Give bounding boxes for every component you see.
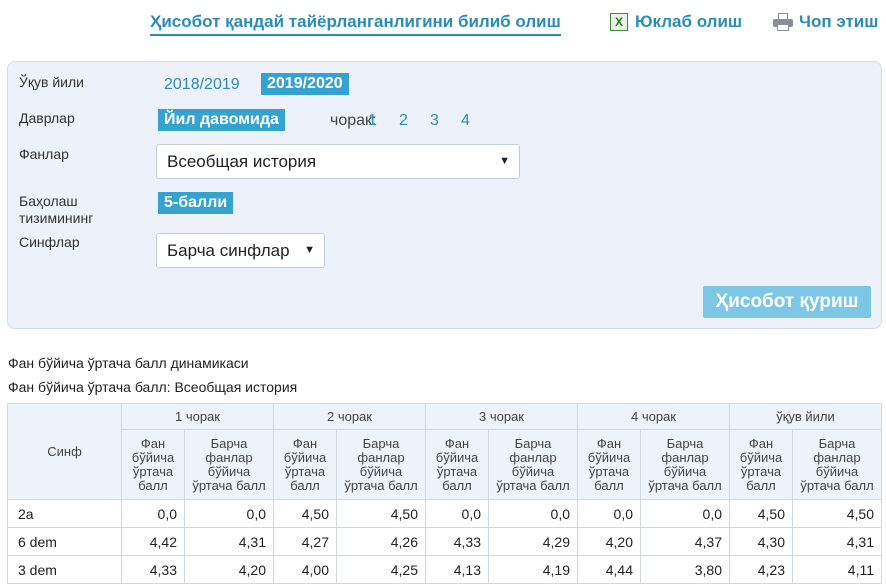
- subject-select[interactable]: Всеобщая история ▼: [156, 144, 520, 179]
- value-cell: 4,25: [336, 555, 426, 584]
- value-cell: 4,23: [729, 555, 793, 584]
- classes-label: Синфлар: [19, 234, 80, 250]
- subheader-subject-avg: Фан бўйича ўртача балл: [729, 429, 793, 500]
- value-cell: 4,50: [792, 499, 882, 528]
- value-cell: 4,13: [425, 555, 489, 584]
- value-cell: 4,31: [792, 527, 882, 556]
- value-cell: 4,37: [640, 527, 730, 556]
- grading-label: Баҳолаш тизимининг: [19, 193, 94, 226]
- build-report-button[interactable]: Ҳисобот қуриш: [703, 286, 871, 318]
- column-header-quarter-1: 1 чорак: [121, 403, 274, 430]
- value-cell: 0,0: [184, 499, 274, 528]
- column-header-quarter-3: 3 чорак: [425, 403, 578, 430]
- print-button[interactable]: Чоп этиш: [773, 12, 878, 32]
- subject-label: Фанлар: [19, 146, 69, 162]
- subheader-subject-avg: Фан бўйича ўртача балл: [273, 429, 337, 500]
- quarter-option-1[interactable]: 1: [368, 112, 377, 130]
- how-report-prepared-link[interactable]: Ҳисобот қандай тайёрланганлигини билиб о…: [150, 12, 561, 36]
- quarter-option-3[interactable]: 3: [430, 112, 439, 130]
- class-name-cell: 3 dem: [7, 555, 122, 584]
- report-title-subject: Фан бўйича ўртача балл: Всеобщая история: [8, 379, 298, 395]
- report-table: Синф 1 чорак 2 чорак 3 чорак 4 чорак ўқу…: [7, 403, 882, 584]
- download-button[interactable]: X Юклаб олиш: [610, 12, 742, 32]
- subheader-all-subjects-avg: Барча фанлар бўйича ўртача балл: [184, 429, 274, 500]
- value-cell: 4,26: [336, 527, 426, 556]
- value-cell: 3,80: [640, 555, 730, 584]
- value-cell: 0,0: [577, 499, 641, 528]
- period-option-whole-year[interactable]: Йил давомида: [158, 109, 285, 131]
- excel-icon: X: [610, 13, 628, 31]
- grading-option-5[interactable]: 5-балли: [158, 192, 234, 214]
- subheader-subject-avg: Фан бўйича ўртача балл: [577, 429, 641, 500]
- subheader-all-subjects-avg: Барча фанлар бўйича ўртача балл: [792, 429, 882, 500]
- report-title-dynamics: Фан бўйича ўртача балл динамикаси: [8, 355, 249, 371]
- value-cell: 0,0: [488, 499, 578, 528]
- table-row: 3 dem 4,33 4,20 4,00 4,25 4,13 4,19 4,44…: [7, 555, 882, 584]
- value-cell: 0,0: [640, 499, 730, 528]
- subheader-subject-avg: Фан бўйича ўртача балл: [121, 429, 185, 500]
- value-cell: 4,29: [488, 527, 578, 556]
- value-cell: 4,44: [577, 555, 641, 584]
- column-header-class: Синф: [7, 403, 122, 500]
- value-cell: 4,50: [729, 499, 793, 528]
- print-label: Чоп этиш: [799, 12, 879, 31]
- year-label: Ўқув йили: [19, 74, 84, 90]
- table-row: 2a 0,0 0,0 4,50 4,50 0,0 0,0 0,0 0,0 4,5…: [7, 499, 882, 528]
- filter-panel: Ўқув йили 2018/2019 2019/2020 Даврлар Йи…: [7, 61, 882, 329]
- year-option-2019-2020[interactable]: 2019/2020: [261, 73, 349, 95]
- classes-select[interactable]: Барча синфлар ▼: [156, 233, 325, 268]
- value-cell: 4,11: [792, 555, 882, 584]
- subheader-all-subjects-avg: Барча фанлар бўйича ўртача балл: [336, 429, 426, 500]
- chevron-down-icon: ▼: [304, 244, 315, 256]
- subheader-subject-avg: Фан бўйича ўртача балл: [425, 429, 489, 500]
- quarter-option-4[interactable]: 4: [461, 112, 470, 130]
- subheader-all-subjects-avg: Барча фанлар бўйича ўртача балл: [488, 429, 578, 500]
- value-cell: 4,42: [121, 527, 185, 556]
- quarter-option-2[interactable]: 2: [399, 112, 408, 130]
- column-header-school-year: ўқув йили: [729, 403, 882, 430]
- value-cell: 4,50: [273, 499, 337, 528]
- value-cell: 4,20: [577, 527, 641, 556]
- download-label: Юклаб олиш: [635, 12, 743, 31]
- value-cell: 4,33: [121, 555, 185, 584]
- value-cell: 0,0: [121, 499, 185, 528]
- class-name-cell: 6 dem: [7, 527, 122, 556]
- value-cell: 4,33: [425, 527, 489, 556]
- value-cell: 4,27: [273, 527, 337, 556]
- subheader-all-subjects-avg: Барча фанлар бўйича ўртача балл: [640, 429, 730, 500]
- class-name-cell: 2a: [7, 499, 122, 528]
- year-option-2018-2019[interactable]: 2018/2019: [158, 74, 246, 96]
- value-cell: 4,30: [729, 527, 793, 556]
- period-label: Даврлар: [19, 110, 75, 126]
- chevron-down-icon: ▼: [499, 155, 510, 167]
- table-row: 6 dem 4,42 4,31 4,27 4,26 4,33 4,29 4,20…: [7, 527, 882, 556]
- classes-select-value: Барча синфлар: [167, 241, 290, 260]
- top-actions: Ҳисобот қандай тайёрланганлигини билиб о…: [0, 10, 886, 36]
- value-cell: 4,50: [336, 499, 426, 528]
- value-cell: 4,20: [184, 555, 274, 584]
- value-cell: 4,31: [184, 527, 274, 556]
- column-header-quarter-4: 4 чорак: [577, 403, 730, 430]
- subject-select-value: Всеобщая история: [167, 152, 317, 171]
- value-cell: 0,0: [425, 499, 489, 528]
- printer-icon: [773, 13, 793, 31]
- value-cell: 4,00: [273, 555, 337, 584]
- value-cell: 4,19: [488, 555, 578, 584]
- column-header-quarter-2: 2 чорак: [273, 403, 426, 430]
